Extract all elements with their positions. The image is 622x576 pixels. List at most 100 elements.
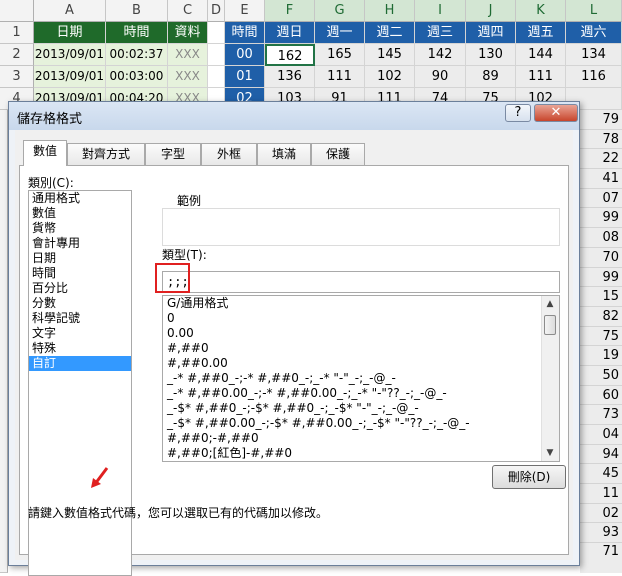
scroll-up-icon[interactable]: ▲ — [542, 296, 558, 312]
edge-cell-last[interactable]: 71 — [580, 543, 622, 561]
cell-value[interactable]: 111 — [315, 66, 365, 88]
cell-hour[interactable]: 01 — [225, 66, 265, 88]
tab-protection[interactable]: 保護 — [311, 143, 365, 165]
cell-value[interactable]: 111 — [516, 66, 566, 88]
column-header-g[interactable]: G — [315, 0, 365, 22]
header-monday[interactable]: 週一 — [315, 22, 365, 44]
edge-cell-value[interactable]: 50 — [580, 366, 622, 386]
cell-time[interactable]: 00:03:00 — [106, 66, 168, 88]
cell-data[interactable]: XXX — [168, 66, 208, 88]
edge-cell-value[interactable]: 02 — [580, 504, 622, 524]
row-header-2[interactable]: 2 — [0, 44, 34, 66]
column-header-i[interactable]: I — [415, 0, 466, 22]
edge-cell-value[interactable]: 93 — [580, 523, 622, 544]
edge-cell-value[interactable]: 82 — [580, 307, 622, 327]
edge-cell-value[interactable]: 99 — [580, 268, 622, 288]
tab-border[interactable]: 外框 — [201, 143, 257, 165]
edge-cell-value[interactable]: 60 — [580, 386, 622, 406]
header-friday[interactable]: 週五 — [516, 22, 566, 44]
category-item[interactable]: 日期 — [29, 251, 131, 266]
header-wednesday[interactable]: 週三 — [415, 22, 466, 44]
header-sunday[interactable]: 週日 — [265, 22, 315, 44]
format-code-item[interactable]: G/通用格式 — [163, 296, 559, 311]
edge-cell-value[interactable]: 04 — [580, 425, 622, 445]
cell-value[interactable]: 136 — [265, 66, 315, 88]
cell-value[interactable]: 90 — [415, 66, 466, 88]
dialog-titlebar[interactable]: 儲存格格式 ? ✕ — [9, 102, 579, 130]
edge-cell-value[interactable]: 79 — [580, 110, 622, 130]
category-item[interactable]: 數值 — [29, 206, 131, 221]
cell-value[interactable]: 102 — [365, 66, 415, 88]
header-hour[interactable]: 時間 — [225, 22, 265, 44]
edge-cell-value[interactable]: 08 — [580, 228, 622, 248]
cell-value[interactable]: 130 — [466, 44, 516, 66]
edge-cell-value[interactable]: 45 — [580, 464, 622, 485]
format-code-item[interactable]: _-$* #,##0.00_-;-$* #,##0.00_-;_-$* "-"?… — [163, 416, 559, 431]
format-code-item[interactable]: 0.00 — [163, 326, 559, 341]
delete-button[interactable]: 刪除(D) — [492, 465, 566, 489]
column-header-k[interactable]: K — [516, 0, 566, 22]
cell-value[interactable]: 145 — [365, 44, 415, 66]
help-button[interactable]: ? — [505, 104, 531, 122]
format-code-item[interactable]: 0 — [163, 311, 559, 326]
edge-cell-value[interactable]: 78 — [580, 130, 622, 150]
scroll-thumb[interactable] — [544, 315, 556, 335]
format-list-scrollbar[interactable]: ▲ ▼ — [541, 296, 559, 461]
format-code-item[interactable]: #,##0.00 — [163, 356, 559, 371]
scroll-down-icon[interactable]: ▼ — [542, 445, 558, 461]
cell-value[interactable]: 165 — [315, 44, 365, 66]
edge-cell-value[interactable]: 07 — [580, 189, 622, 209]
row-header-3[interactable]: 3 — [0, 66, 34, 88]
header-date[interactable]: 日期 — [34, 22, 106, 44]
cell-value[interactable]: 116 — [566, 66, 622, 88]
category-item[interactable]: 時間 — [29, 266, 131, 281]
column-header-e[interactable]: E — [225, 0, 265, 22]
row-header-1[interactable]: 1 — [0, 22, 34, 44]
cell-date[interactable]: 2013/09/01 — [34, 44, 106, 66]
cell-d1[interactable] — [208, 22, 225, 44]
category-item[interactable]: 百分比 — [29, 281, 131, 296]
header-tuesday[interactable]: 週二 — [365, 22, 415, 44]
column-header-f[interactable]: F — [265, 0, 315, 22]
category-item[interactable]: 科學記號 — [29, 311, 131, 326]
tab-font[interactable]: 字型 — [145, 143, 201, 165]
category-item[interactable]: 特殊 — [29, 341, 131, 356]
column-header-j[interactable]: J — [466, 0, 516, 22]
edge-cell-value[interactable]: 70 — [580, 248, 622, 268]
cell-data[interactable]: XXX — [168, 44, 208, 66]
type-input[interactable]: ;;; — [162, 271, 560, 293]
cell-hour[interactable]: 00 — [225, 44, 265, 66]
edge-cell-value[interactable]: 73 — [580, 405, 622, 425]
format-code-item[interactable]: #,##0;-#,##0 — [163, 431, 559, 446]
cell-date[interactable]: 2013/09/01 — [34, 66, 106, 88]
column-header-c[interactable]: C — [168, 0, 208, 22]
category-item[interactable]: 文字 — [29, 326, 131, 341]
edge-cell-value[interactable]: 22 — [580, 149, 622, 170]
format-code-item[interactable]: _-* #,##0_-;-* #,##0_-;_-* "-"_-;_-@_- — [163, 371, 559, 386]
header-time[interactable]: 時間 — [106, 22, 168, 44]
category-item[interactable]: 通用格式 — [29, 191, 131, 206]
edge-cell-value[interactable]: 15 — [580, 287, 622, 307]
column-header-h[interactable]: H — [365, 0, 415, 22]
column-header-a[interactable]: A — [34, 0, 106, 22]
format-code-item[interactable]: _-* #,##0.00_-;-* #,##0.00_-;_-* "-"??_-… — [163, 386, 559, 401]
category-item[interactable]: 自訂 — [29, 356, 131, 371]
cell-d3[interactable] — [208, 66, 225, 88]
format-code-item[interactable]: _-$* #,##0_-;-$* #,##0_-;_-$* "-"_-;_-@_… — [163, 401, 559, 416]
edge-cell-value[interactable]: 94 — [580, 445, 622, 465]
tab-number[interactable]: 數值 — [23, 140, 67, 166]
edge-cell-value[interactable]: 41 — [580, 169, 622, 189]
edge-cell-value[interactable]: 19 — [580, 346, 622, 366]
header-saturday[interactable]: 週六 — [566, 22, 622, 44]
cell-value[interactable]: 162 — [265, 44, 315, 66]
format-code-item[interactable]: #,##0 — [163, 341, 559, 356]
format-code-list[interactable]: G/通用格式 0 0.00 #,##0 #,##0.00 _-* #,##0_-;-* #… — [162, 295, 560, 462]
category-item[interactable]: 分數 — [29, 296, 131, 311]
category-item[interactable]: 貨幣 — [29, 221, 131, 236]
tab-fill[interactable]: 填滿 — [257, 143, 311, 165]
cell-d2[interactable] — [208, 44, 225, 66]
header-thursday[interactable]: 週四 — [466, 22, 516, 44]
cell-value[interactable]: 144 — [516, 44, 566, 66]
edge-cell-value[interactable]: 11 — [580, 484, 622, 504]
cell-value[interactable]: 134 — [566, 44, 622, 66]
